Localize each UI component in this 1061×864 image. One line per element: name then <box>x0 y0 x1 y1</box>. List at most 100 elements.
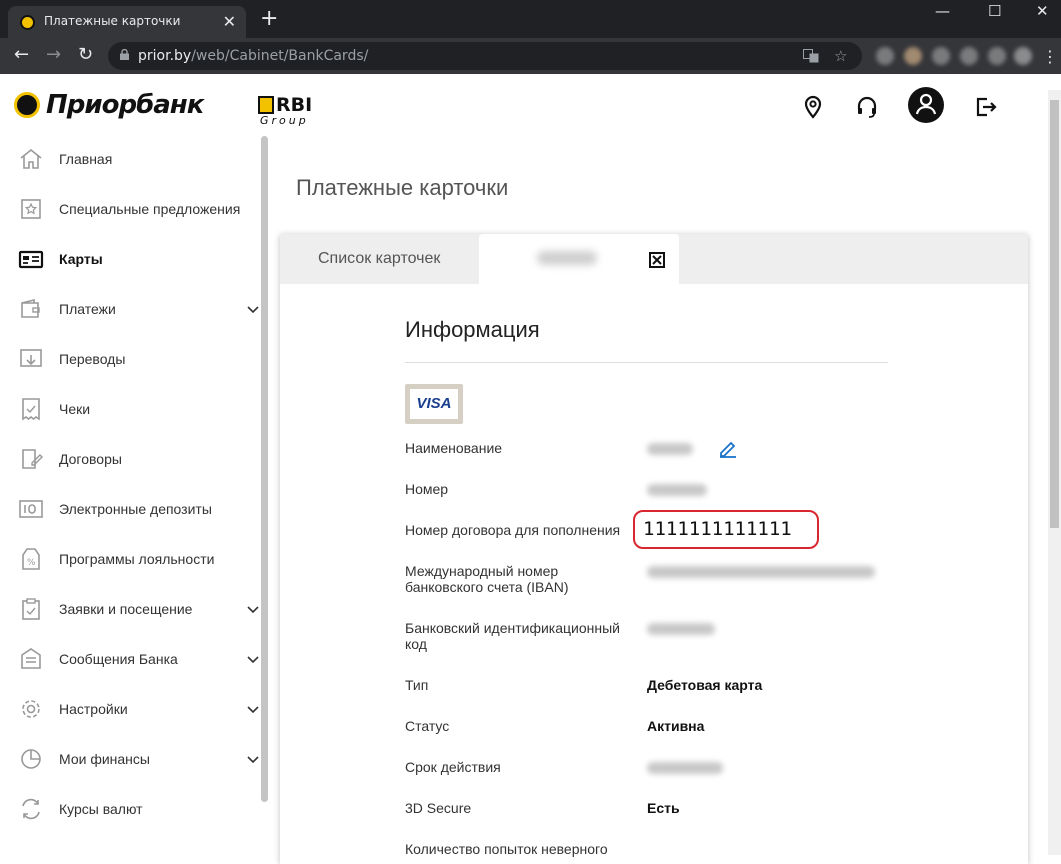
url-text: prior.by/web/Cabinet/BankCards/ <box>138 48 369 64</box>
section-title: Информация <box>405 317 540 342</box>
page-title: Платежные карточки <box>296 175 509 200</box>
loyalty-icon: % <box>22 548 40 570</box>
exchange-icon <box>22 798 40 820</box>
chevron-down-icon[interactable] <box>246 302 260 316</box>
field-label-number: Номер <box>405 481 449 497</box>
rbi-logo-icon <box>258 96 274 114</box>
field-label-3d-secure: 3D Secure <box>405 800 472 816</box>
extension-icon[interactable] <box>904 47 922 65</box>
bookmark-star-icon[interactable]: ☆ <box>834 47 847 65</box>
new-tab-button[interactable]: + <box>260 8 278 30</box>
gear-icon <box>22 700 40 718</box>
translate-icon[interactable] <box>803 49 819 63</box>
close-tab-icon[interactable] <box>649 252 665 268</box>
tab-card-list[interactable]: Список карточек <box>318 250 440 268</box>
message-icon <box>21 648 41 669</box>
back-button[interactable]: ← <box>14 45 29 65</box>
brand-name: Приорбанк <box>46 90 204 120</box>
sidebar-item-exchange-rates[interactable]: Курсы валют <box>0 784 262 834</box>
sidebar-item-requests[interactable]: Заявки и посещение <box>0 584 262 634</box>
window-close-button[interactable]: ✕ <box>1036 2 1049 20</box>
address-bar[interactable]: prior.by/web/Cabinet/BankCards/ ☆ <box>108 42 862 70</box>
field-label-expiry: Срок действия <box>405 759 501 775</box>
field-label-name: Наименование <box>405 440 503 456</box>
sidebar-item-messages[interactable]: Сообщения Банка <box>0 634 262 684</box>
sidebar-item-loyalty[interactable]: % Программы лояльности <box>0 534 262 584</box>
logout-icon[interactable] <box>973 94 999 120</box>
sidebar-item-cards[interactable]: Карты <box>0 234 262 284</box>
card-icon <box>18 250 44 269</box>
field-label-iban: Международный номер банковского счета (I… <box>405 563 569 595</box>
user-avatar[interactable] <box>908 87 944 123</box>
visa-card-image: VISA <box>405 384 463 424</box>
browser-menu-icon[interactable]: ⋮ <box>1042 47 1058 66</box>
visa-logo: VISA <box>410 389 458 419</box>
star-offer-icon <box>21 199 41 219</box>
contract-number-highlight: 1111111111111 <box>633 510 819 549</box>
field-label-contract-number: Номер договора для пополнения <box>405 522 621 538</box>
sidebar-item-deposits[interactable]: Электронные депозиты <box>0 484 262 534</box>
sidebar-scrollbar[interactable] <box>261 136 268 802</box>
sidebar-item-payments[interactable]: Платежи <box>0 284 262 334</box>
favicon-icon <box>20 15 35 30</box>
tab-bar: Список карточек <box>280 234 1028 284</box>
location-pin-icon[interactable] <box>800 94 826 120</box>
tab-close-icon[interactable]: ✕ <box>223 12 236 31</box>
page-scrollbar-thumb[interactable] <box>1050 100 1059 528</box>
chevron-down-icon[interactable] <box>246 652 260 666</box>
svg-text:%: % <box>27 558 36 568</box>
rbi-logo: RBI Group <box>258 94 313 127</box>
field-value-type: Дебетовая карта <box>647 677 763 693</box>
extension-icon[interactable] <box>960 47 978 65</box>
field-value-name <box>647 443 693 455</box>
extension-icon[interactable] <box>988 47 1006 65</box>
support-headset-icon[interactable] <box>854 94 880 120</box>
home-icon <box>20 148 42 169</box>
field-value-3d-secure: Есть <box>647 800 680 816</box>
wallet-icon <box>21 298 40 318</box>
field-value-bic <box>647 623 715 635</box>
sidebar-item-receipts[interactable]: Чеки <box>0 384 262 434</box>
field-value-status: Активна <box>647 718 705 734</box>
field-value-iban <box>647 566 875 578</box>
browser-toolbar: ← → ↻ prior.by/web/Cabinet/BankCards/ ☆ … <box>0 38 1061 74</box>
browser-tabstrip: Платежные карточки ✕ + — ☐ ✕ <box>0 0 1061 38</box>
sidebar-item-contracts[interactable]: Договоры <box>0 434 262 484</box>
chevron-down-icon[interactable] <box>246 702 260 716</box>
sidebar-item-home[interactable]: Главная <box>0 134 262 184</box>
sidebar-item-settings[interactable]: Настройки <box>0 684 262 734</box>
maximize-button[interactable]: ☐ <box>988 2 1001 20</box>
field-value-number <box>647 484 707 496</box>
bank-page: Приорбанк RBI Group Главная Специальные … <box>0 74 1061 864</box>
edit-pencil-icon[interactable] <box>718 438 738 458</box>
profile-avatar[interactable] <box>1014 47 1032 65</box>
sidebar-item-transfers[interactable]: Переводы <box>0 334 262 384</box>
minimize-button[interactable]: — <box>935 2 950 20</box>
field-label-bic: Банковский идентификационный код <box>405 620 620 652</box>
lock-icon <box>120 49 129 60</box>
contract-icon <box>22 449 43 469</box>
tab-card-details-label <box>537 251 597 265</box>
tab-title: Платежные карточки <box>44 14 181 28</box>
chevron-down-icon[interactable] <box>246 602 260 616</box>
receipt-icon <box>22 398 40 421</box>
deposit-icon <box>19 500 43 518</box>
tab-card-details[interactable] <box>479 234 679 284</box>
field-value-expiry <box>647 762 723 774</box>
extension-icon[interactable] <box>932 47 950 65</box>
browser-tab[interactable]: Платежные карточки ✕ <box>8 6 246 38</box>
reload-button[interactable]: ↻ <box>78 45 93 65</box>
forward-button[interactable]: → <box>46 45 61 65</box>
pie-chart-icon <box>21 749 41 769</box>
sidebar-item-finances[interactable]: Мои финансы <box>0 734 262 784</box>
field-label-status: Статус <box>405 718 450 734</box>
clipboard-icon <box>22 598 40 620</box>
chevron-down-icon[interactable] <box>246 752 260 766</box>
sidebar-item-special-offers[interactable]: Специальные предложения <box>0 184 262 234</box>
divider <box>405 362 888 363</box>
priorbank-logo-icon <box>14 92 40 118</box>
page-scrollbar[interactable] <box>1048 90 1061 855</box>
user-icon <box>915 93 937 115</box>
field-label-type: Тип <box>405 677 429 693</box>
extension-icon[interactable] <box>876 47 894 65</box>
